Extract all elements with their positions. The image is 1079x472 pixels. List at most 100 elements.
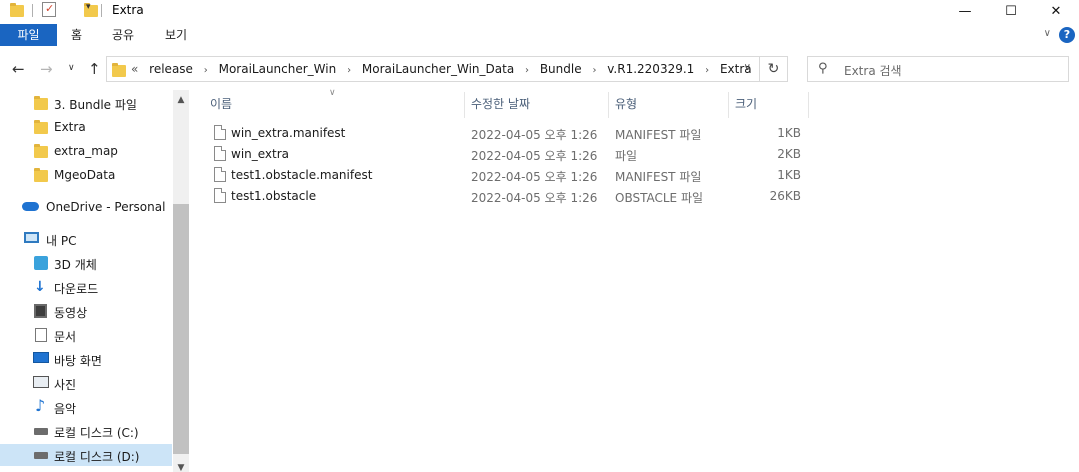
file-size: 1KB: [777, 126, 801, 140]
picture-icon: [33, 376, 49, 388]
scroll-up-icon[interactable]: ▲: [173, 92, 189, 108]
breadcrumb-item[interactable]: MoraiLauncher_Win_Data: [362, 62, 514, 76]
breadcrumb-item[interactable]: release: [149, 62, 193, 76]
nav-item-onedrive[interactable]: OneDrive - Personal: [0, 196, 172, 218]
tab-file[interactable]: 파일: [0, 24, 57, 46]
help-icon[interactable]: ?: [1059, 27, 1075, 43]
ribbon-expand-icon[interactable]: ∨: [1044, 28, 1051, 39]
breadcrumb-item[interactable]: v.R1.220329.1: [607, 62, 694, 76]
file-name: test1.obstacle: [231, 189, 317, 203]
nav-item-3d-objects[interactable]: 3D 개체: [0, 252, 172, 274]
search-input[interactable]: Extra 검색: [844, 62, 902, 79]
nav-item-mgeodata[interactable]: MgeoData: [0, 164, 172, 186]
table-row[interactable]: win_extra.manifest 2022-04-05 오후 1:26 MA…: [208, 123, 808, 144]
address-bar[interactable]: « release › MoraiLauncher_Win › MoraiLau…: [106, 56, 760, 82]
nav-scrollbar[interactable]: ▲ ▼: [173, 90, 189, 472]
nav-item-extra[interactable]: Extra: [0, 116, 172, 138]
column-header-name[interactable]: 이름: [210, 90, 464, 118]
column-divider[interactable]: [808, 92, 809, 118]
column-header-date[interactable]: 수정한 날짜: [471, 90, 607, 118]
minimize-button[interactable]: —: [942, 0, 988, 22]
divider: [32, 4, 33, 17]
chevron-right-icon[interactable]: ›: [204, 65, 208, 76]
scrollbar-thumb[interactable]: [173, 204, 189, 454]
tab-home[interactable]: 홈: [57, 25, 96, 47]
nav-item-label: 로컬 디스크 (C:): [54, 426, 139, 440]
file-date: 2022-04-05 오후 1:26: [471, 170, 598, 184]
maximize-button[interactable]: ☐: [988, 0, 1034, 22]
properties-icon[interactable]: ✓: [42, 2, 56, 17]
folder-icon[interactable]: [10, 3, 24, 17]
file-icon: [214, 188, 226, 203]
nav-item-pictures[interactable]: 사진: [0, 372, 172, 394]
search-box[interactable]: ⚲ Extra 검색: [807, 56, 1069, 82]
nav-item-bundle-files[interactable]: 3. Bundle 파일: [0, 92, 172, 114]
breadcrumb-item[interactable]: Bundle: [540, 62, 582, 76]
desktop-icon: [33, 352, 49, 363]
music-icon: ♪: [35, 396, 46, 415]
nav-item-drive-c[interactable]: 로컬 디스크 (C:): [0, 420, 172, 442]
pc-icon: [24, 232, 39, 243]
nav-item-label: 음악: [54, 402, 77, 416]
file-size: 1KB: [777, 168, 801, 182]
column-divider[interactable]: [464, 92, 465, 118]
address-row: ← → ∨ ↑ « release › MoraiLauncher_Win › …: [0, 48, 1079, 90]
drive-icon: [34, 428, 48, 435]
folder-icon: [112, 63, 126, 77]
file-type: MANIFEST 파일: [615, 170, 702, 184]
nav-item-label: Extra: [54, 120, 86, 134]
file-name: win_extra: [231, 147, 290, 161]
file-icon: [214, 125, 226, 140]
ribbon-tabs: 파일 홈 공유 보기 ∨ ?: [0, 22, 1079, 48]
breadcrumb-item[interactable]: MoraiLauncher_Win: [219, 62, 337, 76]
folder-icon: [34, 96, 48, 110]
folder-icon: [34, 168, 48, 182]
file-icon: [214, 146, 226, 161]
close-button[interactable]: ✕: [1033, 0, 1079, 22]
video-icon: [34, 304, 47, 318]
refresh-button[interactable]: ↻: [760, 56, 788, 82]
chevron-down-icon[interactable]: ∨: [744, 62, 751, 73]
chevron-right-icon[interactable]: ›: [592, 65, 596, 76]
nav-item-label: 3. Bundle 파일: [54, 98, 137, 112]
table-row[interactable]: win_extra 2022-04-05 오후 1:26 파일 2KB: [208, 144, 808, 165]
nav-item-documents[interactable]: 문서: [0, 324, 172, 346]
download-icon: ↓: [34, 279, 46, 295]
nav-item-label: 다운로드: [54, 282, 99, 296]
nav-item-label: 로컬 디스크 (D:): [54, 450, 140, 464]
nav-item-videos[interactable]: 동영상: [0, 300, 172, 322]
tab-share[interactable]: 공유: [98, 25, 148, 47]
nav-item-label: OneDrive - Personal: [46, 200, 166, 214]
column-divider[interactable]: [728, 92, 729, 118]
back-button[interactable]: ←: [12, 60, 25, 78]
chevron-right-icon[interactable]: ›: [705, 65, 709, 76]
recent-locations-button[interactable]: ∨: [68, 63, 75, 73]
column-divider[interactable]: [608, 92, 609, 118]
nav-item-drive-d[interactable]: 로컬 디스크 (D:): [0, 444, 172, 466]
file-name: win_extra.manifest: [231, 126, 346, 140]
table-row[interactable]: test1.obstacle 2022-04-05 오후 1:26 OBSTAC…: [208, 186, 808, 207]
chevron-right-icon[interactable]: ›: [347, 65, 351, 76]
search-icon: ⚲: [818, 61, 828, 76]
breadcrumb-overflow[interactable]: «: [131, 62, 138, 76]
up-button[interactable]: ↑: [88, 60, 101, 78]
scroll-down-icon[interactable]: ▼: [173, 460, 189, 472]
nav-item-this-pc[interactable]: 내 PC: [0, 228, 172, 250]
nav-item-music[interactable]: ♪ 음악: [0, 396, 172, 418]
tab-view[interactable]: 보기: [151, 25, 201, 47]
nav-item-downloads[interactable]: ↓ 다운로드: [0, 276, 172, 298]
column-header-size[interactable]: 크기: [735, 90, 807, 118]
onedrive-icon: [22, 202, 39, 211]
nav-item-extra-map[interactable]: extra_map: [0, 140, 172, 162]
table-row[interactable]: test1.obstacle.manifest 2022-04-05 오후 1:…: [208, 165, 808, 186]
forward-button[interactable]: →: [40, 60, 53, 78]
column-header-type[interactable]: 유형: [615, 90, 727, 118]
folder-icon: [34, 120, 48, 134]
quick-access-dropdown-icon[interactable]: ▾: [86, 2, 91, 12]
nav-item-label: extra_map: [54, 144, 118, 158]
chevron-right-icon[interactable]: ›: [525, 65, 529, 76]
nav-item-desktop[interactable]: 바탕 화면: [0, 348, 172, 370]
window-title: Extra: [112, 3, 144, 17]
title-bar: ✓ ▾ Extra — ☐ ✕: [0, 0, 1079, 22]
nav-item-label: 내 PC: [46, 234, 77, 248]
